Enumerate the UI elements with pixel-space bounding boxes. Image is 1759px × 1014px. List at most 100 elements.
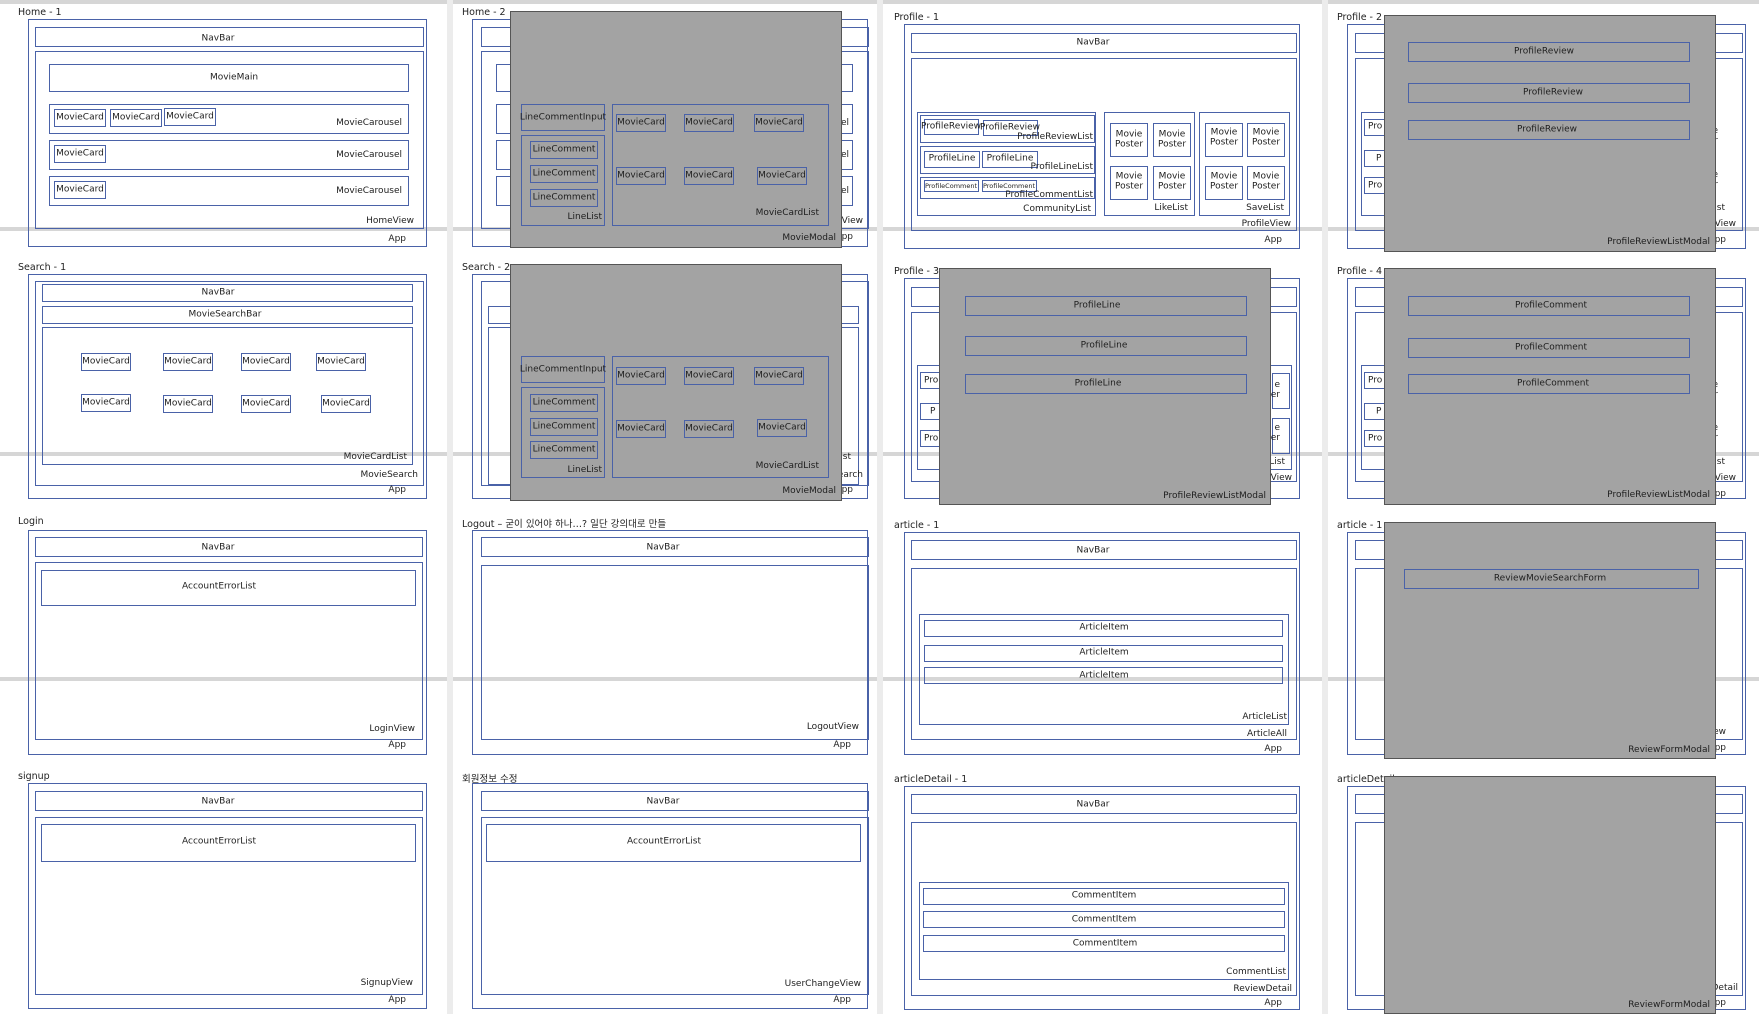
navbar-label: NavBar [646, 796, 680, 807]
poster-label: Movie [1210, 127, 1238, 138]
movie-card-list-label: MovieCardList [755, 461, 819, 471]
app-label: App [388, 234, 406, 244]
navbar-label: NavBar [201, 542, 235, 553]
poster-label: Poster [1157, 139, 1187, 150]
peek-label: el [840, 186, 849, 196]
article-item-label: ArticleItem [1079, 622, 1129, 633]
movie-card-label: MovieCard [317, 356, 365, 367]
panel-title: Profile - 1 [894, 12, 940, 23]
comment-list-label: CommentList [1226, 967, 1286, 977]
peek-label: View [1270, 473, 1292, 483]
peek-label: View [1714, 473, 1736, 483]
panel-title: articleDetail - 1 [894, 774, 968, 785]
profile-review-list-label: ProfileReviewList [1017, 132, 1093, 142]
line-comment-label: LineComment [532, 421, 596, 432]
login-view-label: LoginView [369, 724, 415, 734]
movie-card-label: MovieCard [166, 111, 214, 122]
panel-title: Profile - 4 [1337, 266, 1383, 277]
movie-card-label: MovieCard [164, 398, 212, 409]
review-movie-search-form-label: ReviewMovieSearchForm [1493, 573, 1607, 584]
movie-carousel-label: MovieCarousel [336, 186, 402, 196]
movie-modal-label: MovieModal [782, 486, 836, 496]
profile-review-label: ProfileReview [920, 121, 982, 132]
peek-label: View [1714, 219, 1736, 229]
app-label: App [388, 740, 406, 750]
modal-label: ProfileReviewListModal [1607, 490, 1710, 500]
comment-item-label: CommentItem [1071, 914, 1137, 925]
poster-label: Poster [1114, 181, 1144, 192]
peek-label: P [1376, 406, 1382, 417]
navbar-label: NavBar [201, 796, 235, 807]
peek-label: pp [1714, 235, 1726, 245]
movie-carousel-label: MovieCarousel [336, 118, 402, 128]
profile-comment-label: ProfileComment [1516, 378, 1590, 389]
logout-view-label: LogoutView [806, 722, 859, 732]
community-list-label: CommunityList [1023, 204, 1091, 214]
panel-title: Home - 2 [462, 7, 506, 18]
profile-review-label: ProfileReview [1516, 124, 1578, 135]
panel-title: Profile - 2 [1337, 12, 1383, 23]
profile-line-label: ProfileLine [986, 153, 1034, 164]
modal-label: ProfileReviewListModal [1607, 237, 1710, 247]
movie-card-label: MovieCard [82, 397, 130, 408]
movie-carousel-label: MovieCarousel [336, 150, 402, 160]
column-separator [447, 0, 453, 1014]
movie-card-list-label: MovieCardList [755, 208, 819, 218]
panel-title: Profile - 3 [894, 266, 940, 277]
app-label: App [1264, 744, 1282, 754]
poster-label: Poster [1209, 181, 1239, 192]
peek-label: er [1270, 433, 1280, 443]
peek-label: pp [1714, 998, 1726, 1008]
profile-view-label: ProfileView [1241, 219, 1291, 229]
poster-label: Poster [1157, 181, 1187, 192]
line-list-label: LineList [567, 212, 603, 222]
profile-comment-label: ProfileComment [1514, 300, 1588, 311]
account-error-list-label: AccountErrorList [181, 836, 257, 847]
peek-label: Pro [1368, 375, 1383, 386]
navbar-label: NavBar [1076, 37, 1110, 48]
movie-card-label: MovieCard [758, 170, 806, 181]
peek-label: el [840, 118, 849, 128]
movie-card-label: MovieCard [617, 170, 665, 181]
app-label: App [388, 485, 406, 495]
poster-label: Poster [1251, 181, 1281, 192]
navbar-label: NavBar [1076, 545, 1110, 556]
movie-search-bar-label: MovieSearchBar [188, 309, 262, 320]
line-comment-label: LineComment [532, 168, 596, 179]
peek-label: pp [841, 485, 853, 495]
movie-card-label: MovieCard [56, 112, 104, 123]
movie-card-label: MovieCard [617, 423, 665, 434]
poster-label: Movie [1252, 171, 1280, 182]
poster-label: Movie [1158, 171, 1186, 182]
navbar-label: NavBar [646, 542, 680, 553]
movie-card-list-label: MovieCardList [343, 452, 407, 462]
poster-label: Poster [1251, 137, 1281, 148]
profile-comment-label: ProfileComment [924, 181, 978, 190]
movie-card-label: MovieCard [685, 170, 733, 181]
line-comment-label: LineComment [532, 192, 596, 203]
profile-line-label: ProfileLine [1080, 340, 1128, 351]
article-item-label: ArticleItem [1079, 670, 1129, 681]
app-label: App [388, 995, 406, 1005]
panel-title: Search - 1 [18, 262, 67, 273]
panel-title: article - 1 [894, 520, 940, 531]
article-item-label: ArticleItem [1079, 647, 1129, 658]
peek-label: e [1274, 423, 1280, 433]
peek-label: e [1274, 380, 1280, 390]
peek-label: Pro [1368, 121, 1383, 132]
app-label: App [833, 995, 851, 1005]
article-list-label: ArticleList [1242, 712, 1287, 722]
peek-label: Pro [1368, 180, 1383, 191]
panel-title: signup [18, 771, 50, 782]
review-form-modal [1384, 522, 1716, 759]
modal-label: ProfileReviewListModal [1163, 491, 1266, 501]
account-error-list-label: AccountErrorList [181, 581, 257, 592]
panel-title: Login [18, 516, 44, 527]
peek-label: pp [841, 232, 853, 242]
poster-label: Movie [1158, 129, 1186, 140]
navbar-label: NavBar [201, 33, 235, 44]
navbar-label: NavBar [1076, 799, 1110, 810]
peek-label: View [841, 216, 863, 226]
movie-card-label: MovieCard [242, 356, 290, 367]
movie-modal-label: MovieModal [782, 233, 836, 243]
